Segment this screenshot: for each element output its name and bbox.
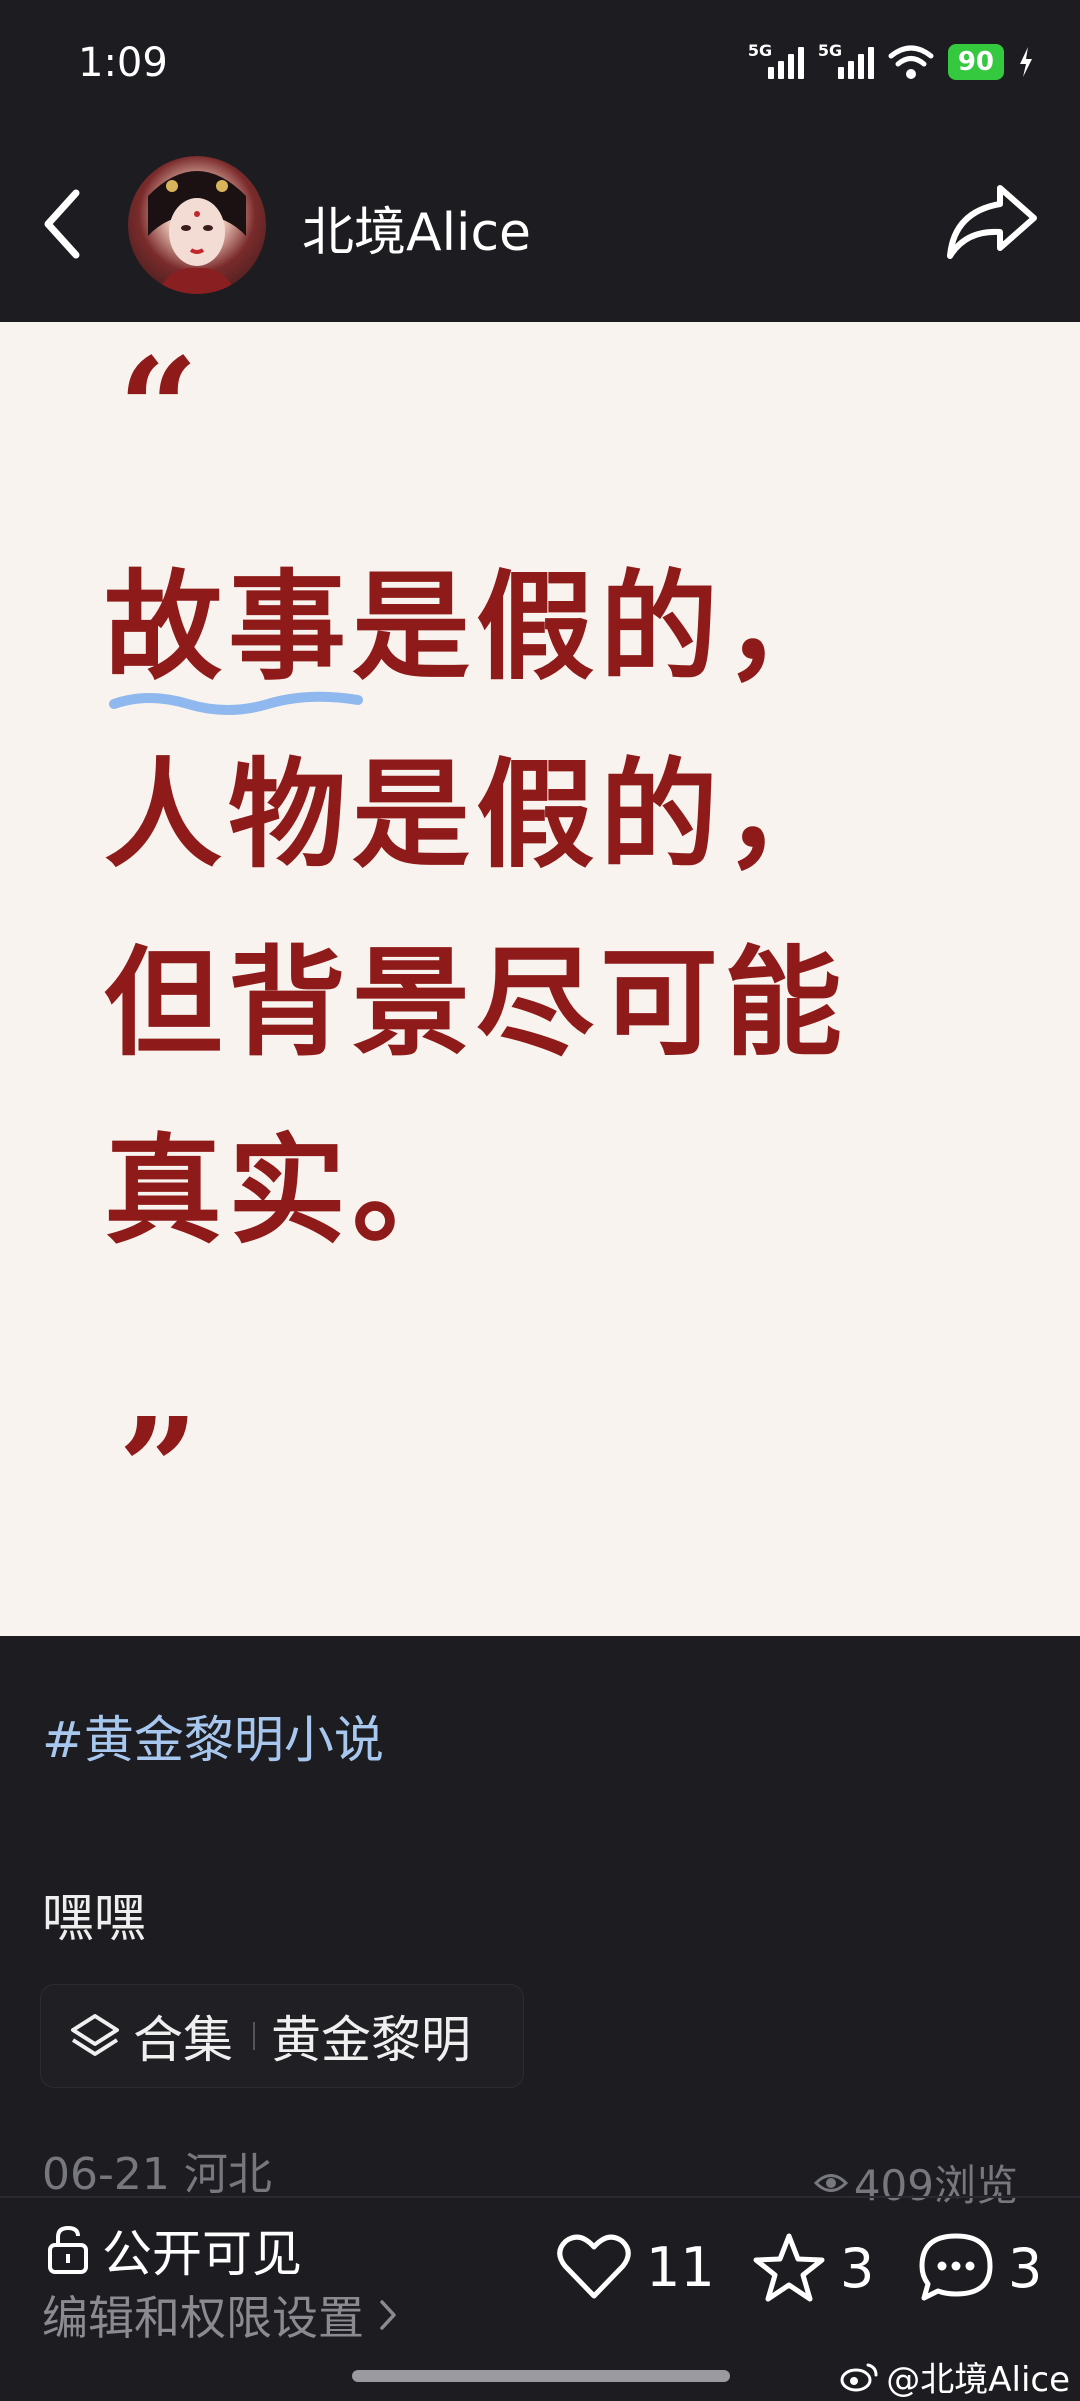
network-type-label: 5G [747, 41, 773, 60]
post-text: 嘿嘿 [42, 1889, 147, 1949]
visibility-status[interactable]: 公开可见 [46, 2214, 302, 2286]
charging-icon [1020, 47, 1032, 77]
collection-name: 黄金黎明 [271, 2011, 471, 2069]
eye-icon [813, 2173, 848, 2192]
status-icons: 5G 5G 90 [748, 41, 1034, 80]
share-icon [947, 185, 1037, 259]
layers-icon [71, 2014, 119, 2056]
close-quote-mark: ” [118, 1388, 199, 1552]
favorite-count: 3 [840, 2236, 875, 2300]
view-count: 409浏览 [813, 2152, 1018, 2213]
collection-label: 合集 [133, 2011, 233, 2069]
network-type-label-2: 5G [817, 41, 843, 60]
edit-permissions-label: 编辑和权限设置 [42, 2291, 364, 2345]
avatar-portrait [148, 171, 246, 294]
user-name[interactable]: 北境Alice [302, 190, 531, 265]
quote-line-3: 但背景尽可能 [104, 934, 849, 1072]
comment-button[interactable]: 3 [918, 2232, 1042, 2304]
cellular-signal-icon-2: 5G [818, 41, 874, 79]
cellular-signal-icon: 5G [748, 41, 804, 79]
wifi-icon [888, 45, 934, 79]
open-quote-mark: “ [118, 328, 199, 492]
chevron-left-icon [44, 189, 80, 259]
watermark-text: @北境Alice [886, 2360, 1070, 2400]
date-location: 06-21 河北 [42, 2149, 272, 2200]
comment-icon [919, 2233, 993, 2301]
like-count: 11 [646, 2235, 715, 2299]
share-button[interactable] [942, 176, 1042, 266]
heart-icon [557, 2234, 631, 2299]
chevron-right-icon [380, 2300, 396, 2330]
star-icon [753, 2233, 825, 2302]
avatar[interactable] [128, 156, 266, 294]
hashtag-link[interactable]: #黄金黎明小说 [42, 1700, 384, 1772]
collection-divider [253, 2022, 255, 2050]
like-button[interactable]: 11 [556, 2232, 715, 2302]
back-button[interactable] [34, 186, 90, 262]
quote-line-2: 人物是假的， [104, 746, 849, 884]
view-count-text: 409浏览 [853, 2161, 1018, 2210]
unlock-icon [48, 2225, 88, 2274]
collection-chip[interactable]: 合集 黄金黎明 [40, 1984, 524, 2088]
home-indicator[interactable] [352, 2370, 730, 2382]
watermark: @北境Alice [840, 2352, 1070, 2401]
comment-count: 3 [1008, 2236, 1043, 2300]
favorite-button[interactable]: 3 [752, 2232, 874, 2304]
quote-line-1: 故事是假的， [104, 558, 849, 696]
battery-level: 90 [947, 44, 1004, 80]
weibo-logo-icon [840, 2363, 878, 2391]
bottom-divider [0, 2196, 1080, 2198]
edit-permissions-link[interactable]: 编辑和权限设置 [42, 2282, 398, 2348]
quote-line-4: 真实。 [104, 1122, 477, 1260]
visibility-label: 公开可见 [102, 2225, 302, 2283]
status-time: 1:09 [78, 40, 168, 86]
